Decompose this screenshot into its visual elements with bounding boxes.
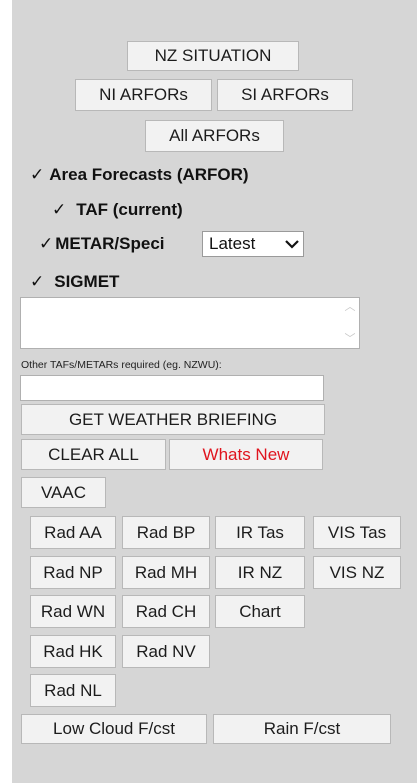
rad-bp-button[interactable]: Rad BP — [122, 516, 210, 549]
rad-nv-button[interactable]: Rad NV — [122, 635, 210, 668]
taf-checkbox[interactable]: ✓ TAF (current) — [52, 198, 183, 222]
checkbox-tick-icon[interactable]: ✓ — [30, 272, 44, 292]
other-tafs-input[interactable] — [20, 375, 324, 401]
low-cloud-forecast-button[interactable]: Low Cloud F/cst — [21, 714, 207, 744]
taf-label: TAF (current) — [76, 200, 183, 219]
textarea-scrollbar[interactable]: ︿ ﹀ — [343, 300, 357, 346]
si-arfors-button[interactable]: SI ARFORs — [217, 79, 353, 111]
vis-tas-button[interactable]: VIS Tas — [313, 516, 401, 549]
checkbox-tick-icon[interactable]: ✓ — [52, 200, 66, 220]
vis-nz-button[interactable]: VIS NZ — [313, 556, 401, 589]
scroll-up-icon[interactable]: ︿ — [345, 300, 356, 314]
metar-checkbox[interactable]: ✓ METAR/Speci — [39, 231, 165, 257]
clear-all-button[interactable]: CLEAR ALL — [21, 439, 166, 470]
ir-nz-button[interactable]: IR NZ — [215, 556, 305, 589]
area-forecasts-label: Area Forecasts (ARFOR) — [49, 165, 249, 184]
notes-textarea[interactable]: ︿ ﹀ — [20, 297, 360, 349]
sigmet-checkbox[interactable]: ✓ SIGMET — [30, 270, 119, 294]
rad-np-button[interactable]: Rad NP — [30, 556, 116, 589]
whats-new-button[interactable]: Whats New — [169, 439, 323, 470]
metar-time-select[interactable]: Latest — [202, 231, 304, 257]
all-arfors-button[interactable]: All ARFORs — [145, 120, 284, 152]
get-weather-briefing-button[interactable]: GET WEATHER BRIEFING — [21, 404, 325, 435]
checkbox-tick-icon[interactable]: ✓ — [30, 165, 44, 185]
ni-arfors-button[interactable]: NI ARFORs — [75, 79, 212, 111]
checkbox-tick-icon[interactable]: ✓ — [39, 234, 53, 254]
rain-forecast-button[interactable]: Rain F/cst — [213, 714, 391, 744]
ir-tas-button[interactable]: IR Tas — [215, 516, 305, 549]
sigmet-label: SIGMET — [54, 272, 120, 291]
other-tafs-label: Other TAFs/METARs required (eg. NZWU): — [21, 359, 222, 371]
metar-select-value: Latest — [209, 234, 256, 253]
rad-wn-button[interactable]: Rad WN — [30, 595, 116, 628]
chart-button[interactable]: Chart — [215, 595, 305, 628]
rad-mh-button[interactable]: Rad MH — [122, 556, 210, 589]
metar-label: METAR/Speci — [55, 234, 165, 253]
briefing-panel: NZ SITUATION NI ARFORs SI ARFORs All ARF… — [12, 0, 417, 783]
rad-ch-button[interactable]: Rad CH — [122, 595, 210, 628]
vaac-button[interactable]: VAAC — [21, 477, 106, 508]
chevron-down-icon — [285, 240, 299, 249]
nz-situation-button[interactable]: NZ SITUATION — [127, 41, 299, 71]
rad-hk-button[interactable]: Rad HK — [30, 635, 116, 668]
rad-aa-button[interactable]: Rad AA — [30, 516, 116, 549]
rad-nl-button[interactable]: Rad NL — [30, 674, 116, 707]
area-forecasts-checkbox[interactable]: ✓ Area Forecasts (ARFOR) — [30, 163, 249, 187]
scroll-down-icon[interactable]: ﹀ — [345, 332, 356, 346]
